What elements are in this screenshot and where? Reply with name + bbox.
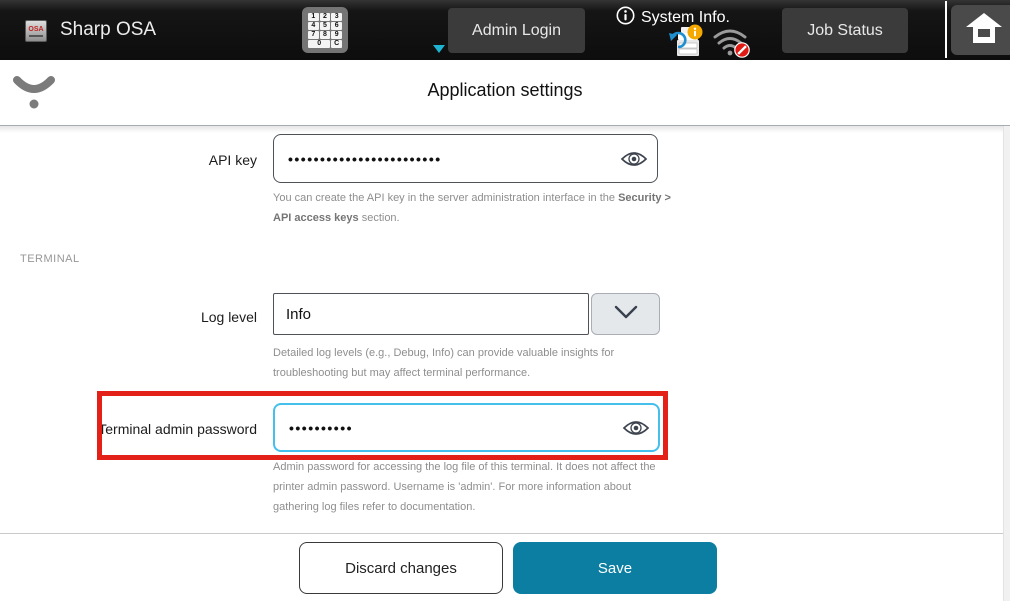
admin-login-button[interactable]: Admin Login — [448, 8, 585, 53]
log-level-value: Info — [286, 306, 311, 323]
api-key-help-text: You can create the API key in the server… — [273, 188, 693, 228]
page-title: Application settings — [0, 80, 1010, 101]
log-level-help-text: Detailed log levels (e.g., Debug, Info) … — [273, 343, 693, 383]
keypad-grid: 1 2 3 4 5 6 7 8 9 0 C — [308, 13, 342, 48]
save-label: Save — [598, 560, 632, 577]
app-title: Sharp OSA — [60, 0, 156, 60]
keypad-key: 1 — [308, 13, 319, 21]
footer-divider — [0, 533, 1010, 534]
terminal-admin-password-label: Terminal admin password — [0, 421, 257, 437]
api-key-field-wrap — [273, 134, 658, 183]
terminal-admin-password-help-text: Admin password for accessing the log fil… — [273, 457, 693, 517]
home-icon — [965, 12, 1003, 49]
warning-info-badge — [688, 25, 703, 40]
terminal-section-label: TERMINAL — [20, 253, 80, 265]
api-key-reveal-eye-icon[interactable] — [618, 147, 650, 171]
api-key-help-line1: You can create the API key in the server… — [273, 188, 693, 208]
keypad-key: 5 — [320, 22, 331, 30]
password-help-line2: printer admin password. Username is 'adm… — [273, 477, 693, 497]
keypad-key: 9 — [331, 31, 342, 39]
terminal-admin-password-reveal-eye-icon[interactable] — [620, 416, 652, 440]
keypad-key: 6 — [331, 22, 342, 30]
password-help-line3: gathering log files refer to documentati… — [273, 497, 693, 517]
job-status-label: Job Status — [807, 22, 883, 40]
terminal-admin-password-field-wrap — [273, 403, 660, 452]
terminal-admin-password-input[interactable] — [273, 403, 660, 452]
api-key-input[interactable] — [273, 134, 658, 183]
keypad-key: 4 — [308, 22, 319, 30]
keypad-key: 3 — [331, 13, 342, 21]
keypad-key: 8 — [320, 31, 331, 39]
info-icon — [616, 6, 635, 30]
keypad-key: C — [331, 40, 342, 48]
top-bar: OSA Sharp OSA 1 2 3 4 5 6 7 8 9 0 C Admi… — [0, 0, 1010, 60]
job-status-button[interactable]: Job Status — [782, 8, 908, 53]
log-level-help-line1: Detailed log levels (e.g., Debug, Info) … — [273, 343, 693, 363]
discard-changes-label: Discard changes — [345, 560, 457, 577]
save-button[interactable]: Save — [513, 542, 717, 594]
keypad-key: 2 — [320, 13, 331, 21]
header-shadow — [0, 126, 1010, 133]
password-help-line1: Admin password for accessing the log fil… — [273, 457, 693, 477]
api-key-label: API key — [0, 152, 257, 168]
admin-login-label: Admin Login — [472, 22, 561, 40]
log-level-dropdown-button[interactable] — [591, 293, 660, 335]
sharp-osa-logo-icon: OSA — [25, 20, 47, 42]
log-level-select[interactable]: Info — [273, 293, 589, 335]
chevron-down-icon — [614, 305, 638, 324]
discard-changes-button[interactable]: Discard changes — [299, 542, 503, 594]
keypad-key: 7 — [308, 31, 319, 39]
log-level-label: Log level — [0, 309, 257, 325]
keypad-key: 0 — [308, 40, 330, 48]
osa-logo-bar — [29, 35, 43, 37]
numeric-keypad-icon[interactable]: 1 2 3 4 5 6 7 8 9 0 C — [302, 7, 348, 53]
scrollbar-track[interactable] — [1003, 126, 1010, 601]
no-connection-badge — [735, 43, 749, 57]
topbar-separator — [945, 1, 947, 58]
log-level-help-line2: troubleshooting but may affect terminal … — [273, 363, 693, 383]
home-button[interactable] — [951, 5, 1010, 55]
dropdown-indicator-triangle — [433, 45, 445, 53]
osa-logo-text: OSA — [28, 26, 43, 34]
api-key-help-line2: API access keys section. — [273, 208, 693, 228]
status-icon-cluster — [668, 24, 752, 58]
